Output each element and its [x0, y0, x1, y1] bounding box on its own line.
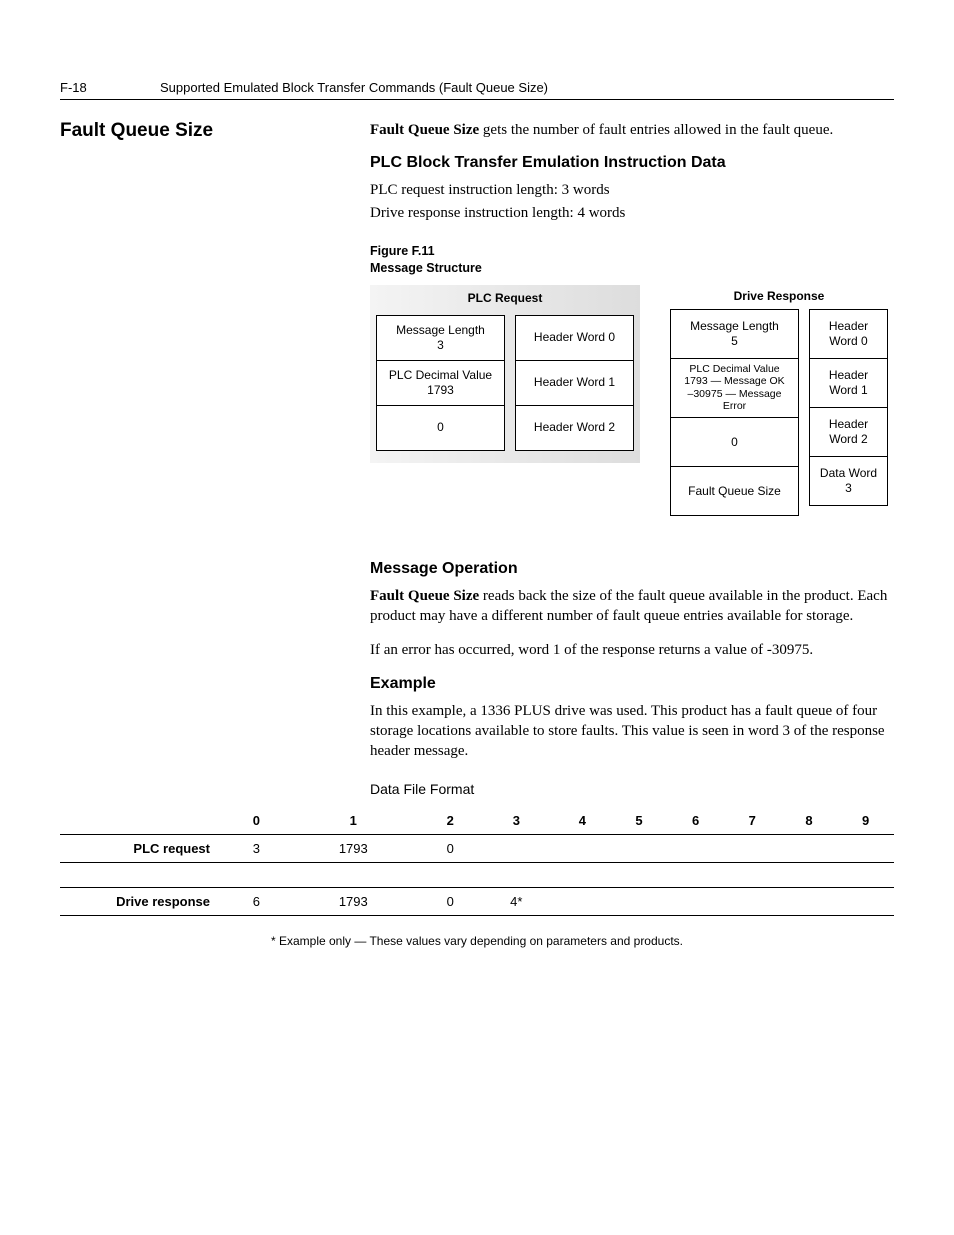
drv-left-3: Fault Queue Size: [670, 467, 799, 516]
col-4: 4: [554, 807, 611, 835]
col-9: 9: [837, 807, 894, 835]
message-operation-p1: Fault Queue Size reads back the size of …: [370, 586, 894, 627]
cell: [724, 888, 781, 916]
cell: [554, 888, 611, 916]
page-header: F-18 Supported Emulated Block Transfer C…: [60, 80, 894, 100]
message-operation-heading: Message Operation: [370, 560, 894, 578]
intro-rest: gets the number of fault entries allowed…: [479, 122, 833, 138]
drv-right-2: Header Word 2: [809, 408, 888, 457]
drv-left-0: Message Length5: [670, 309, 799, 359]
table-row: Drive response 6 1793 0 4*: [60, 888, 894, 916]
intro-bold: Fault Queue Size: [370, 122, 479, 138]
cell: [837, 888, 894, 916]
plc-line-1: PLC request instruction length: 3 words: [370, 180, 894, 200]
cell: 1793: [285, 888, 422, 916]
col-3: 3: [479, 807, 554, 835]
figure-caption-line2: Message Structure: [370, 261, 482, 275]
cell: 6: [228, 888, 285, 916]
cell: [724, 835, 781, 863]
plc-right-0: Header Word 0: [515, 315, 634, 361]
plc-right-1: Header Word 1: [515, 361, 634, 406]
message-operation-p2: If an error has occurred, word 1 of the …: [370, 640, 894, 660]
table-header-row: 0 1 2 3 4 5 6 7 8 9: [60, 807, 894, 835]
page-number: F-18: [60, 80, 160, 95]
cell: 0: [422, 888, 479, 916]
drv-right-1: Header Word 1: [809, 359, 888, 408]
example-heading: Example: [370, 675, 894, 693]
col-2: 2: [422, 807, 479, 835]
cell: [479, 835, 554, 863]
col-7: 7: [724, 807, 781, 835]
plc-request-label: PLC Request: [376, 285, 634, 309]
col-0: 0: [228, 807, 285, 835]
figure-message-structure: PLC Request Message Length3 PLC Decimal …: [370, 285, 894, 516]
plc-line-2: Drive response instruction length: 4 wor…: [370, 203, 894, 223]
cell: [611, 888, 668, 916]
col-1: 1: [285, 807, 422, 835]
page-header-title: Supported Emulated Block Transfer Comman…: [160, 80, 548, 95]
col-5: 5: [611, 807, 668, 835]
cell: [611, 835, 668, 863]
row-label-drive: Drive response: [60, 888, 228, 916]
plc-left-2: 0: [376, 406, 505, 451]
intro-paragraph: Fault Queue Size gets the number of faul…: [370, 120, 894, 140]
col-6: 6: [667, 807, 724, 835]
plc-left-0: Message Length3: [376, 315, 505, 361]
plc-right-2: Header Word 2: [515, 406, 634, 451]
figure-caption: Figure F.11 Message Structure: [370, 243, 894, 277]
data-file-title: Data File Format: [370, 781, 894, 797]
figure-caption-line1: Figure F.11: [370, 244, 435, 258]
drv-left-2: 0: [670, 418, 799, 467]
cell: [667, 888, 724, 916]
cell: [667, 835, 724, 863]
drv-right-0: Header Word 0: [809, 309, 888, 359]
plc-left-1: PLC Decimal Value1793: [376, 361, 505, 406]
col-8: 8: [781, 807, 838, 835]
cell: [554, 835, 611, 863]
table-row: PLC request 3 1793 0: [60, 835, 894, 863]
table-footnote: * Example only — These values vary depen…: [60, 934, 894, 948]
figure-drive-response: Drive Response Message Length5 PLC Decim…: [670, 285, 888, 516]
cell: 0: [422, 835, 479, 863]
message-operation-p1-bold: Fault Queue Size: [370, 588, 479, 604]
row-label-plc: PLC request: [60, 835, 228, 863]
drive-response-label: Drive Response: [670, 285, 888, 309]
cell: [781, 835, 838, 863]
plc-block-heading: PLC Block Transfer Emulation Instruction…: [370, 154, 894, 172]
figure-plc-request: PLC Request Message Length3 PLC Decimal …: [370, 285, 640, 463]
example-p1: In this example, a 1336 PLUS drive was u…: [370, 701, 894, 762]
data-file-table: 0 1 2 3 4 5 6 7 8 9 PLC request 3 1793 0: [60, 807, 894, 916]
cell: 4*: [479, 888, 554, 916]
cell: 3: [228, 835, 285, 863]
drv-left-1: PLC Decimal Value1793 — Message OK–30975…: [670, 359, 799, 418]
cell: [837, 835, 894, 863]
cell: 1793: [285, 835, 422, 863]
drv-right-3: Data Word 3: [809, 457, 888, 506]
cell: [781, 888, 838, 916]
section-title: Fault Queue Size: [60, 120, 370, 142]
